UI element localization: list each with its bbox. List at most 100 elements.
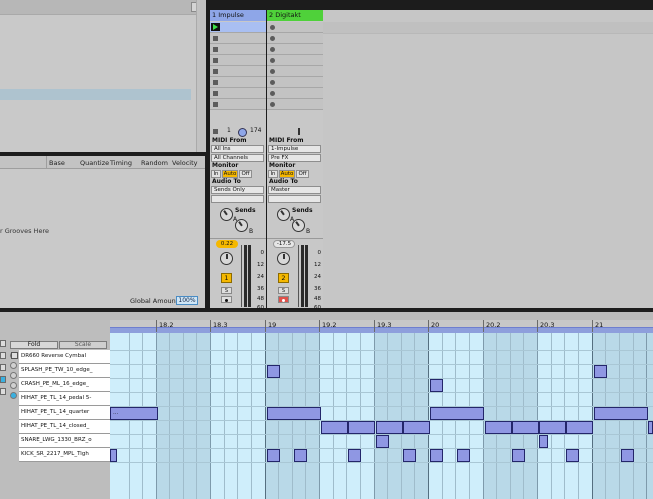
- clip-slot[interactable]: [267, 33, 323, 44]
- midi-note[interactable]: [348, 421, 375, 434]
- clip-slot[interactable]: [210, 22, 266, 33]
- pan-knob[interactable]: [220, 252, 233, 265]
- side-toggle-button[interactable]: [0, 376, 6, 383]
- monitor-off-button[interactable]: Off: [239, 170, 252, 178]
- midi-note[interactable]: [566, 421, 593, 434]
- monitor-auto-button[interactable]: Auto: [279, 170, 295, 178]
- preview-icon[interactable]: [10, 372, 17, 379]
- midi-note[interactable]: [267, 449, 280, 462]
- send-b-knob[interactable]: [235, 219, 248, 232]
- side-toggle-button[interactable]: [0, 364, 6, 371]
- column-velocity[interactable]: Velocity: [172, 159, 198, 167]
- side-toggle-button[interactable]: [0, 388, 6, 395]
- clip-slot[interactable]: [267, 22, 323, 33]
- midi-note[interactable]: ...: [110, 407, 158, 420]
- clip-slot[interactable]: [267, 55, 323, 66]
- monitor-in-button[interactable]: In: [211, 170, 221, 178]
- clip-slot[interactable]: [210, 55, 266, 66]
- midi-from-select[interactable]: All Ins: [211, 145, 264, 153]
- volume-fader[interactable]: [241, 245, 242, 307]
- lane-key[interactable]: SPLASH_PE_TW_10_edge_: [19, 364, 110, 378]
- solo-button[interactable]: S: [278, 287, 289, 294]
- pan-knob[interactable]: [277, 252, 290, 265]
- session-selected-scene[interactable]: [323, 22, 653, 33]
- audio-to-channel-select[interactable]: [268, 195, 321, 203]
- column-random[interactable]: Random: [141, 159, 168, 167]
- monitor-in-button[interactable]: In: [268, 170, 278, 178]
- record-icon[interactable]: [270, 91, 275, 96]
- play-icon[interactable]: [213, 24, 218, 30]
- lane-toggle-icon[interactable]: [11, 352, 18, 359]
- arm-button[interactable]: [278, 296, 289, 303]
- lane-key[interactable]: HIHAT_PE_TL_14_pedal 5-: [19, 392, 110, 406]
- midi-note[interactable]: [403, 421, 430, 434]
- session-empty-area[interactable]: [323, 10, 653, 308]
- record-icon[interactable]: [270, 80, 275, 85]
- solo-button[interactable]: S: [221, 287, 232, 294]
- side-toggle-button[interactable]: [0, 352, 6, 359]
- clip-slot[interactable]: [210, 66, 266, 77]
- side-toggle-button[interactable]: [0, 340, 6, 347]
- track-activator-button[interactable]: 1: [221, 273, 232, 283]
- send-b-knob[interactable]: [292, 219, 305, 232]
- send-a-knob[interactable]: [277, 208, 290, 221]
- clip-slot[interactable]: [267, 99, 323, 110]
- midi-note[interactable]: [321, 421, 348, 434]
- midi-note[interactable]: [267, 365, 280, 378]
- lane-key[interactable]: DR660 Reverse Cymbal: [19, 350, 110, 364]
- track-title[interactable]: 2 Digitakt: [267, 10, 323, 21]
- clip-slot[interactable]: [210, 77, 266, 88]
- midi-channel-select[interactable]: Pre FX: [268, 154, 321, 162]
- track-title[interactable]: 1 Impulse: [210, 10, 266, 21]
- preview-icon[interactable]: [10, 382, 17, 389]
- midi-note[interactable]: [512, 421, 539, 434]
- record-icon[interactable]: [270, 102, 275, 107]
- stop-icon[interactable]: [213, 91, 218, 96]
- clip-slot[interactable]: [210, 99, 266, 110]
- midi-note[interactable]: [566, 449, 579, 462]
- midi-note[interactable]: [430, 407, 484, 420]
- record-icon[interactable]: [270, 58, 275, 63]
- midi-note[interactable]: [512, 449, 525, 462]
- volume-value[interactable]: -17.5: [273, 240, 295, 248]
- monitor-auto-button[interactable]: Auto: [222, 170, 238, 178]
- clip-slot[interactable]: [210, 88, 266, 99]
- record-icon[interactable]: [270, 25, 275, 30]
- midi-note[interactable]: [430, 379, 443, 392]
- audio-to-channel-select[interactable]: [211, 195, 264, 203]
- midi-from-select[interactable]: 1-Impulse: [268, 145, 321, 153]
- lane-key[interactable]: HIHAT_PE_TL_14_quarter: [19, 406, 110, 420]
- clip-slot[interactable]: [267, 44, 323, 55]
- track-activator-button[interactable]: 2: [278, 273, 289, 283]
- midi-channel-select[interactable]: All Channels: [211, 154, 264, 162]
- lane-key[interactable]: HIHAT_PE_TL_14_closed_: [19, 420, 110, 434]
- browser-selected-item[interactable]: [0, 89, 191, 100]
- stop-icon[interactable]: [213, 47, 218, 52]
- midi-note[interactable]: [348, 449, 361, 462]
- midi-note[interactable]: [539, 435, 548, 448]
- monitor-off-button[interactable]: Off: [296, 170, 309, 178]
- midi-note[interactable]: [648, 421, 653, 434]
- midi-note[interactable]: [457, 449, 470, 462]
- audio-to-select[interactable]: Master: [268, 186, 321, 194]
- record-icon[interactable]: [270, 36, 275, 41]
- midi-note[interactable]: [594, 365, 607, 378]
- volume-value[interactable]: 0.22: [216, 240, 238, 248]
- stop-icon[interactable]: [213, 80, 218, 85]
- midi-note[interactable]: [621, 449, 634, 462]
- stop-icon[interactable]: [213, 69, 218, 74]
- clip-slot[interactable]: [267, 77, 323, 88]
- record-icon[interactable]: [270, 69, 275, 74]
- scale-button[interactable]: Scale: [59, 341, 107, 349]
- midi-note[interactable]: [267, 407, 321, 420]
- midi-note[interactable]: [376, 421, 403, 434]
- stop-all-icon[interactable]: [213, 129, 218, 134]
- midi-note[interactable]: [594, 407, 648, 420]
- column-quantize[interactable]: Quantize: [80, 159, 109, 167]
- clip-slot[interactable]: [267, 88, 323, 99]
- clip-slot[interactable]: [267, 66, 323, 77]
- midi-note[interactable]: [485, 421, 512, 434]
- midi-note[interactable]: [539, 421, 566, 434]
- lane-key[interactable]: KICK_SR_2217_MPL_Tigh: [19, 448, 110, 462]
- midi-note[interactable]: [403, 449, 416, 462]
